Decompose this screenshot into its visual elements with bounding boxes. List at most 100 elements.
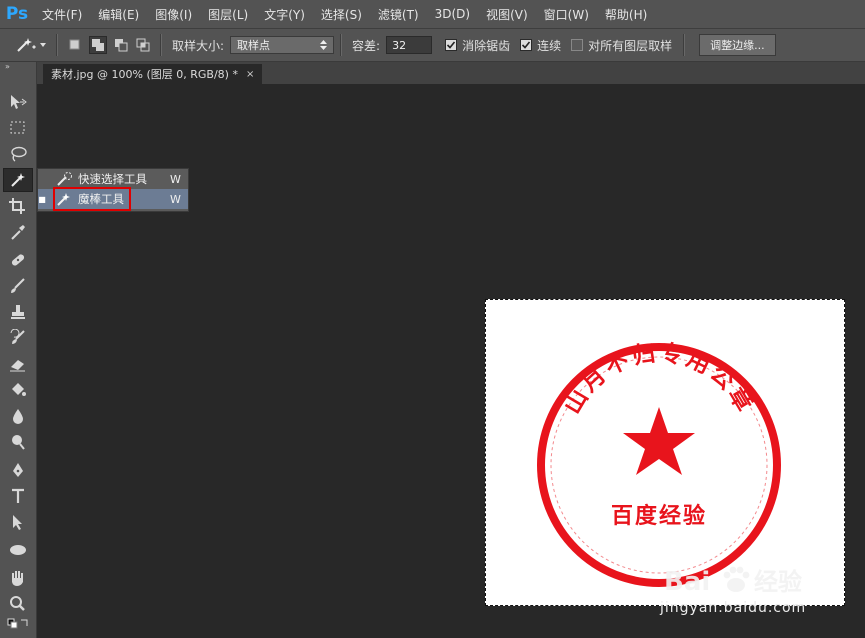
ellipse-icon <box>10 545 26 555</box>
dodge-icon <box>12 435 25 450</box>
menu-bar: Ps 文件(F) 编辑(E) 图像(I) 图层(L) 文字(Y) 选择(S) 滤… <box>0 0 865 29</box>
flyout-item-quick-selection[interactable]: 快速选择工具 W <box>38 169 188 189</box>
tools-panel: » <box>0 62 37 638</box>
tool-preset-picker[interactable] <box>0 31 50 59</box>
magic-wand-tool[interactable] <box>3 168 33 192</box>
watermark-url: jingyan.baidu.com <box>660 600 807 616</box>
checkbox-unchecked-icon <box>571 39 584 51</box>
magic-wand-icon <box>17 38 36 52</box>
eyedropper-tool[interactable] <box>3 220 33 244</box>
annotation-highlight-box <box>53 187 131 211</box>
rect-marquee-icon <box>10 121 25 134</box>
sample-all-layers-label: 对所有图层取样 <box>588 38 673 53</box>
menu-help[interactable]: 帮助(H) <box>597 6 655 23</box>
menu-layer[interactable]: 图层(L) <box>200 6 256 23</box>
antialias-label: 消除锯齿 <box>462 38 511 53</box>
options-bar: 取样大小: 取样点 容差: 消除锯齿 连续 对所有图层取样 调整边缘... <box>0 29 865 62</box>
baidu-jingyan-watermark: Bai 经验 <box>662 560 842 634</box>
menu-edit[interactable]: 编辑(E) <box>90 6 147 23</box>
new-selection-icon[interactable] <box>67 37 83 53</box>
contiguous-checkbox[interactable]: 连续 <box>520 37 561 54</box>
refine-edge-button[interactable]: 调整边缘... <box>699 34 776 56</box>
subtract-from-selection-icon[interactable] <box>113 37 129 53</box>
menu-select[interactable]: 选择(S) <box>313 6 370 23</box>
pen-icon <box>13 463 23 477</box>
hand-icon <box>12 571 23 586</box>
history-brush-icon <box>10 329 25 344</box>
history-brush-tool[interactable] <box>3 326 33 350</box>
brush-tool[interactable] <box>3 274 33 298</box>
clone-stamp-tool[interactable] <box>3 300 33 324</box>
move-tool[interactable] <box>3 90 33 114</box>
separator <box>683 34 686 56</box>
menu-type[interactable]: 文字(Y) <box>256 6 313 23</box>
svg-text:Bai: Bai <box>664 567 710 597</box>
updown-chevron-icon <box>320 40 328 50</box>
menu-image[interactable]: 图像(I) <box>147 6 200 23</box>
sample-all-layers-checkbox[interactable]: 对所有图层取样 <box>571 37 672 54</box>
sample-size-dropdown[interactable]: 取样点 <box>230 36 335 54</box>
contiguous-label: 连续 <box>537 38 562 53</box>
panel-collapse-button[interactable]: » <box>0 62 36 72</box>
tolerance-label: 容差: <box>352 38 381 53</box>
menu-3d[interactable]: 3D(D) <box>427 7 478 21</box>
menu-filter[interactable]: 滤镜(T) <box>370 6 427 23</box>
lasso-tool[interactable] <box>3 142 33 166</box>
antialias-checkbox[interactable]: 消除锯齿 <box>445 37 510 54</box>
menu-file[interactable]: 文件(F) <box>34 6 90 23</box>
eraser-tool[interactable] <box>3 352 33 376</box>
separator <box>56 34 58 56</box>
app-logo: Ps <box>5 4 29 24</box>
flyout-shortcut: W <box>170 192 181 206</box>
type-tool[interactable] <box>3 484 33 508</box>
stamp-icon <box>11 305 25 319</box>
swap-colors-icon <box>7 618 28 629</box>
flyout-item-label: 快速选择工具 <box>78 172 147 186</box>
magic-wand-icon <box>11 173 25 187</box>
baidu-paw-logo: Bai 经验 <box>664 566 802 597</box>
document-tab-title: 素材.jpg @ 100% (图层 0, RGB/8) * <box>51 68 238 81</box>
menu-window[interactable]: 窗口(W) <box>536 6 597 23</box>
path-select-icon <box>13 515 22 530</box>
flyout-shortcut: W <box>170 172 181 186</box>
path-selection-tool[interactable] <box>3 510 33 534</box>
checkbox-checked-icon <box>445 39 458 51</box>
blur-tool[interactable] <box>3 404 33 428</box>
marquee-tool[interactable] <box>3 116 33 140</box>
menu-view[interactable]: 视图(V) <box>478 6 536 23</box>
ellipse-tool[interactable] <box>3 538 33 562</box>
eyedropper-icon <box>11 225 25 240</box>
eraser-icon <box>10 360 25 372</box>
tolerance-input[interactable] <box>386 36 433 54</box>
dodge-tool[interactable] <box>3 430 33 454</box>
hand-tool[interactable] <box>3 566 33 590</box>
sample-size-value: 取样点 <box>237 39 271 52</box>
document-tab[interactable]: 素材.jpg @ 100% (图层 0, RGB/8) * × <box>43 64 263 84</box>
crop-icon <box>9 198 25 214</box>
pen-tool[interactable] <box>3 458 33 482</box>
crop-tool[interactable] <box>3 194 33 218</box>
active-tool-bullet-icon: ■ <box>38 194 46 204</box>
move-icon <box>11 95 27 109</box>
lasso-icon <box>11 146 27 162</box>
bandage-icon <box>11 254 25 266</box>
close-icon[interactable]: × <box>246 69 254 80</box>
zoom-icon <box>10 596 25 611</box>
paint-bucket-icon <box>12 383 26 396</box>
zoom-tool[interactable] <box>3 592 33 616</box>
document-tab-bar: 素材.jpg @ 100% (图层 0, RGB/8) * × <box>37 62 865 84</box>
droplet-icon <box>13 409 23 424</box>
quick-selection-icon <box>54 170 74 188</box>
svg-text:经验: 经验 <box>754 568 802 596</box>
color-swatch-controls[interactable] <box>3 615 33 633</box>
brush-icon <box>11 278 25 293</box>
separator <box>340 34 343 56</box>
sample-size-label: 取样大小: <box>172 38 225 53</box>
paint-bucket-tool[interactable] <box>3 378 33 402</box>
add-to-selection-icon[interactable] <box>89 36 107 54</box>
chevron-down-icon <box>40 43 46 47</box>
healing-brush-tool[interactable] <box>3 248 33 272</box>
checkbox-checked-icon <box>520 39 533 51</box>
type-icon <box>12 488 24 503</box>
intersect-selection-icon[interactable] <box>135 37 151 53</box>
